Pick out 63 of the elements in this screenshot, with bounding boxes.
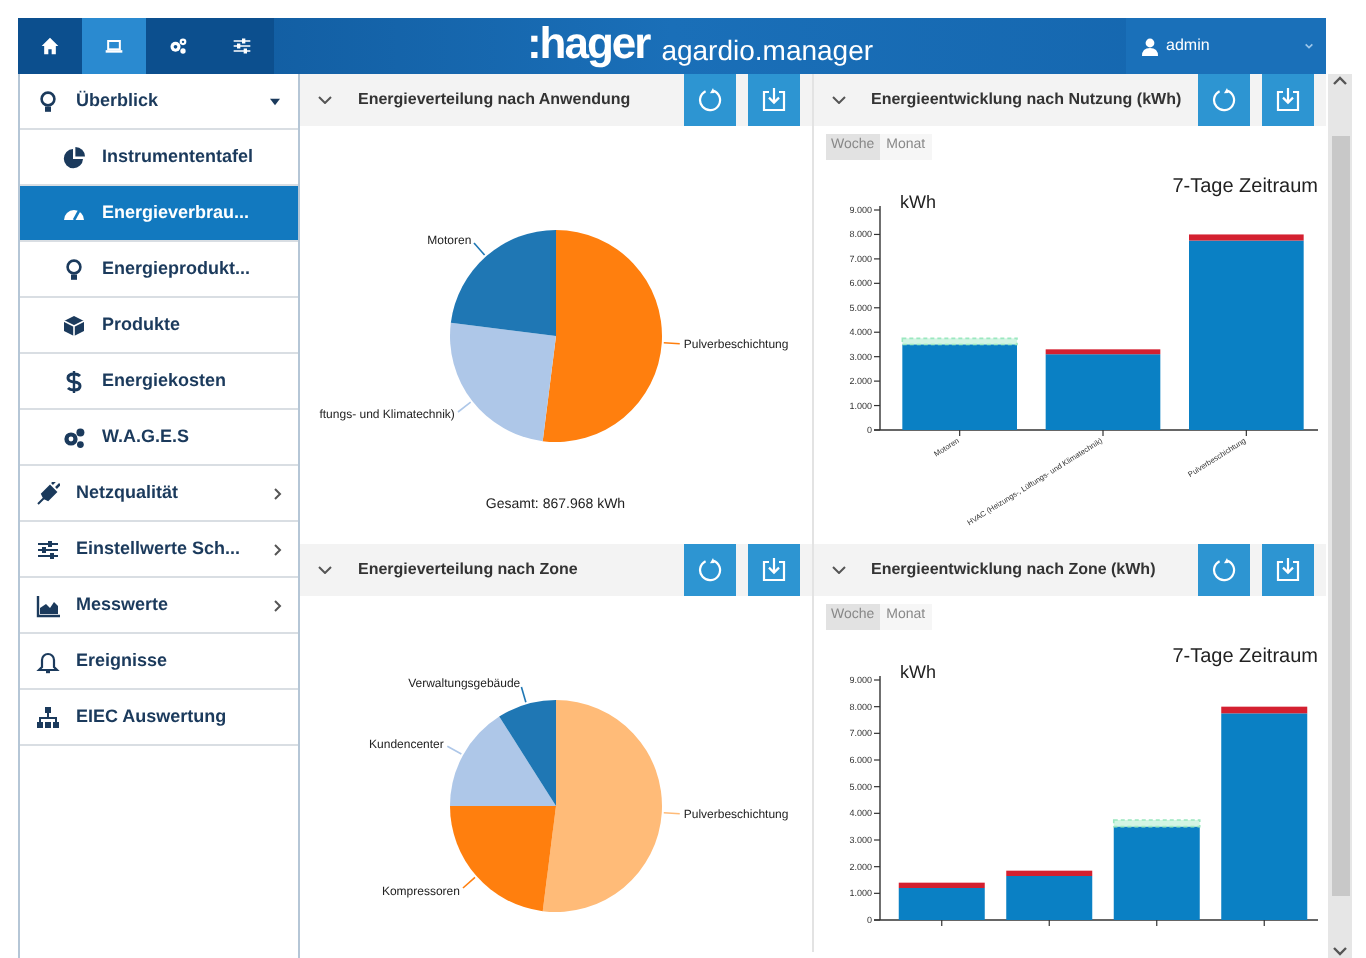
refresh-icon (697, 88, 721, 112)
dollar-icon (62, 369, 86, 393)
axis-label: kWh (899, 662, 935, 682)
leader-line (520, 686, 527, 704)
download-button[interactable] (1262, 544, 1314, 596)
panel-title: Energieverteilung nach Anwendung (358, 88, 631, 112)
chevron-up-icon (1332, 74, 1348, 86)
chart-title: 7-Tage Zeitraum (1171, 176, 1317, 198)
plug-icon (36, 481, 60, 505)
sliders-icon (232, 36, 252, 56)
scrollbar-thumb[interactable] (1331, 136, 1349, 896)
sitemap-icon (36, 705, 60, 729)
leader-line (473, 242, 486, 256)
caret-down-icon (1304, 42, 1314, 50)
lightbulb-icon (36, 89, 60, 113)
chevron-down-icon (831, 566, 845, 574)
gears-icon (62, 425, 86, 449)
leader-line (457, 401, 472, 413)
gears-icon (168, 36, 188, 56)
refresh-button[interactable] (683, 544, 735, 596)
download-icon (1276, 558, 1300, 582)
download-button[interactable] (747, 74, 799, 126)
leader-line (462, 876, 476, 889)
panel-title: Energieverteilung nach Zone (358, 558, 578, 582)
panel-title: Energieentwicklung nach Nutzung (kWh) (871, 88, 1182, 112)
cube-icon (62, 313, 86, 337)
chevron-down-icon (318, 96, 332, 104)
pie-chart-icon (62, 145, 86, 169)
refresh-icon (697, 558, 721, 582)
area-chart-icon (36, 593, 60, 617)
user-icon (1142, 37, 1158, 55)
bell-icon (36, 649, 60, 673)
user-name[interactable]: admin (1166, 34, 1210, 58)
download-button[interactable] (1262, 74, 1314, 126)
panel-title: Energieentwicklung nach Zone (kWh) (871, 558, 1156, 582)
sliders-icon (36, 537, 60, 561)
sidebar-item[interactable]: Energieverbrau... (20, 186, 298, 242)
refresh-button[interactable] (683, 74, 735, 126)
chevron-down-icon (831, 96, 845, 104)
refresh-button[interactable] (1198, 74, 1250, 126)
chevron-down-icon (1332, 946, 1348, 958)
chevron-down-icon (318, 566, 332, 574)
refresh-icon (1212, 558, 1236, 582)
leader-line (663, 812, 681, 815)
nav-tab[interactable] (146, 18, 210, 74)
download-icon (761, 88, 785, 112)
download-icon (761, 558, 785, 582)
leader-line (663, 341, 681, 345)
chart-title: 7-Tage Zeitraum (1171, 646, 1317, 668)
refresh-icon (1212, 88, 1236, 112)
leader-line (446, 745, 463, 755)
axis-label: kWh (899, 192, 935, 212)
logo: :hager (526, 21, 650, 65)
scrollbar[interactable] (1328, 74, 1352, 958)
nav-tab[interactable] (210, 18, 274, 74)
nav-tab[interactable] (18, 18, 82, 74)
download-icon (1276, 88, 1300, 112)
home-icon (40, 36, 60, 56)
download-button[interactable] (747, 544, 799, 596)
product-name: agardio.manager (661, 33, 874, 65)
laptop-icon (104, 36, 124, 56)
lightbulb-icon (62, 257, 86, 281)
refresh-button[interactable] (1198, 544, 1250, 596)
